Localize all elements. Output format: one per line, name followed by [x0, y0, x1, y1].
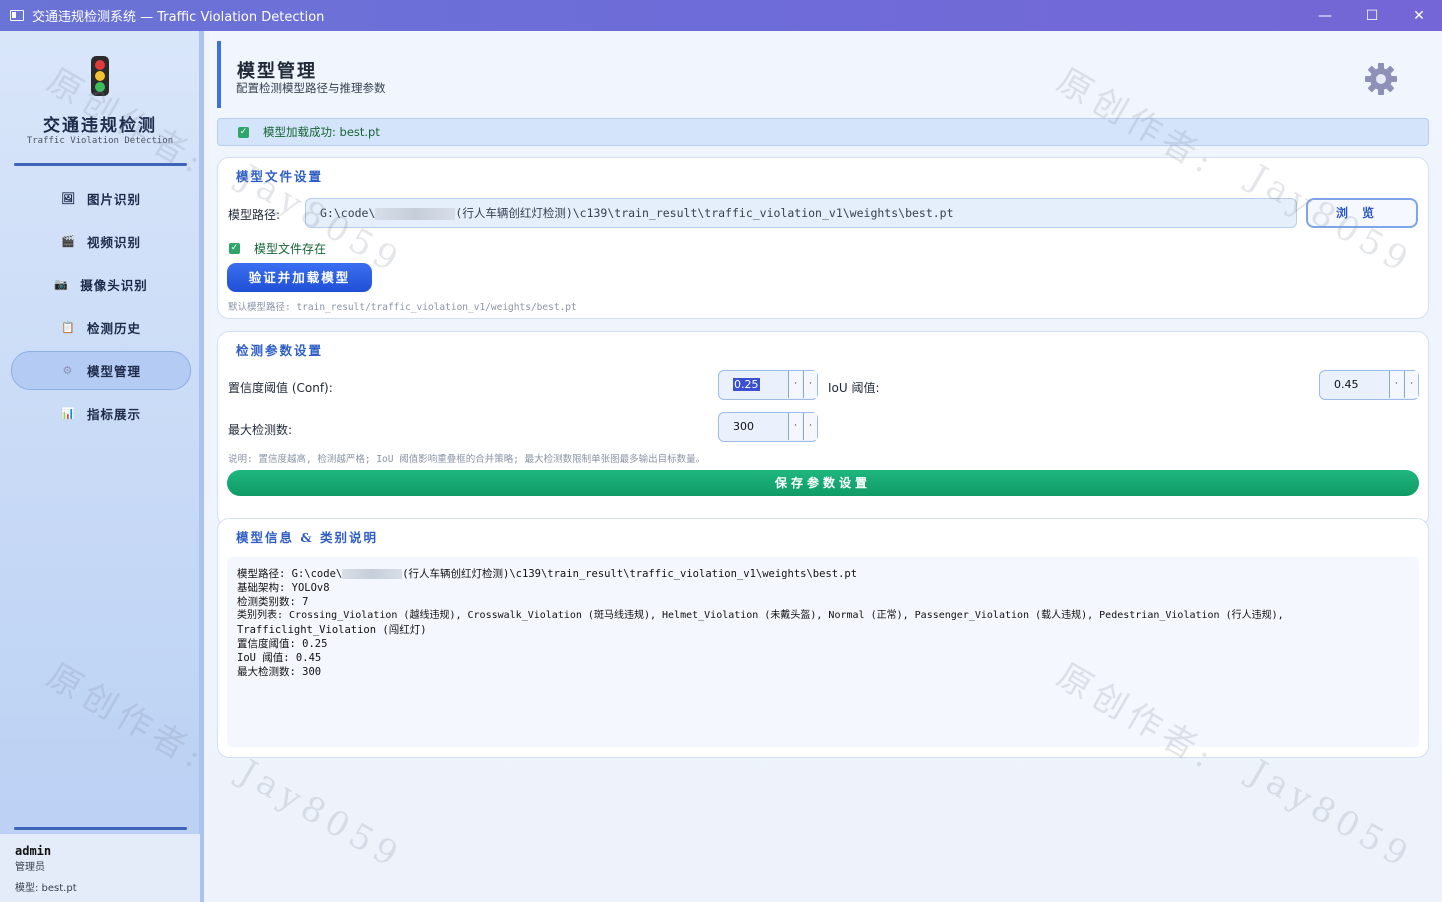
traffic-light-icon — [91, 56, 109, 96]
sidebar-item-model[interactable]: ⚙ 模型管理 — [11, 351, 191, 390]
model-path-input[interactable]: G:\code\ (行人车辆创红灯检测)\c139\train_result\tr… — [305, 198, 1297, 228]
info-line: Trafficlight_Violation (闯红灯) — [237, 624, 427, 636]
check-icon: ✓ — [238, 126, 249, 138]
bar-chart-icon: 📊 — [60, 406, 76, 420]
title-bar: 交通违规检测系统 — Traffic Violation Detection —… — [0, 0, 1442, 31]
sidebar-item-image[interactable]: 🖼 图片识别 — [11, 179, 191, 218]
sidebar: 交通违规检测 Traffic Violation Detection 🖼 图片识… — [0, 31, 204, 902]
detection-params-card: 检测参数设置 置信度阈值 (Conf): 0.25 · · IoU 阈值: 0.… — [217, 331, 1429, 527]
brand-subtitle: Traffic Violation Detection — [26, 136, 174, 146]
check-icon: ✓ — [229, 243, 240, 254]
current-model: 模型: best.pt — [15, 883, 77, 894]
info-path-suffix: (行人车辆创红灯检测)\c139\train_result\traffic_vi… — [402, 568, 858, 580]
gear-icon: ⚙ — [62, 363, 74, 377]
window-title: 交通违规检测系统 — Traffic Violation Detection — [32, 10, 325, 25]
sidebar-item-history[interactable]: 📋 检测历史 — [11, 308, 191, 347]
sidebar-nav: 🖼 图片识别 🎬 视频识别 📷 摄像头识别 📋 检测历史 ⚙ 模型管理 📊 指标… — [11, 179, 191, 437]
browse-button[interactable]: 浏览 — [1306, 198, 1418, 228]
spin-up-button[interactable]: · — [1389, 371, 1403, 398]
model-info-text: 模型路径: G:\code\ (行人车辆创红灯检测)\c139\train_res… — [227, 557, 1419, 747]
gear-icon — [1365, 63, 1397, 95]
app-icon — [10, 10, 24, 21]
main-content: 模型管理 配置检测模型路径与推理参数 ✓ 模型加载成功: best.pt 模型文… — [209, 31, 1442, 902]
close-button[interactable]: ✕ — [1396, 0, 1442, 31]
user-panel: admin 管理员 模型: best.pt — [0, 834, 200, 902]
conf-spinbox[interactable]: 0.25 · · — [718, 370, 818, 400]
camera-icon: 📷 — [54, 277, 69, 291]
conf-label: 置信度阈值 (Conf): — [228, 381, 333, 395]
conf-value: 0.25 — [733, 378, 760, 391]
load-model-button[interactable]: 验证并加载模型 — [227, 263, 372, 292]
user-role: 管理员 — [15, 862, 45, 873]
max-det-spinbox[interactable]: 300 · · — [718, 412, 818, 442]
save-params-button[interactable]: 保存参数设置 — [227, 470, 1419, 496]
path-prefix: G:\code\ — [320, 206, 376, 220]
info-path-prefix: 模型路径: G:\code\ — [237, 568, 343, 580]
sidebar-item-metrics[interactable]: 📊 指标展示 — [11, 394, 191, 433]
sidebar-item-video[interactable]: 🎬 视频识别 — [11, 222, 191, 261]
spin-up-button[interactable]: · — [788, 413, 802, 440]
redacted-segment — [342, 569, 403, 579]
page-header: 模型管理 配置检测模型路径与推理参数 — [217, 41, 1427, 108]
spin-down-button[interactable]: · — [803, 371, 817, 398]
divider — [14, 827, 187, 830]
model-file-card: 模型文件设置 模型路径: G:\code\ (行人车辆创红灯检测)\c139\tr… — [217, 157, 1429, 319]
default-path-hint: 默认模型路径: train_result/traffic_violation_v… — [228, 302, 577, 313]
sidebar-item-label: 图片识别 — [86, 192, 141, 207]
clipboard-icon: 📋 — [60, 320, 76, 334]
spin-down-button[interactable]: · — [803, 413, 817, 440]
info-line: 检测类别数: 7 — [237, 596, 309, 608]
sidebar-item-label: 指标展示 — [86, 407, 141, 422]
file-exists-text: 模型文件存在 — [254, 242, 327, 256]
sidebar-item-label: 摄像头识别 — [80, 278, 148, 293]
page-subtitle: 配置检测模型路径与推理参数 — [236, 81, 386, 95]
status-text: 模型加载成功: best.pt — [263, 125, 380, 139]
clapper-icon: 🎬 — [60, 234, 76, 248]
iou-spinbox[interactable]: 0.45 · · — [1319, 370, 1419, 400]
redacted-segment — [375, 207, 456, 220]
iou-value: 0.45 — [1334, 378, 1359, 391]
info-line: 基础架构: YOLOv8 — [237, 582, 330, 594]
path-suffix: (行人车辆创红灯检测)\c139\train_result\traffic_vi… — [455, 206, 954, 220]
image-icon: 🖼 — [60, 191, 76, 205]
iou-label: IoU 阈值: — [828, 381, 880, 395]
info-line: 类别列表: Crossing_Violation (越线违规), Crosswa… — [237, 610, 1284, 621]
status-bar: ✓ 模型加载成功: best.pt — [217, 118, 1429, 146]
info-line: 模型路径: G:\code\ (行人车辆创红灯检测)\c139\train_res… — [237, 567, 1409, 581]
info-line: 置信度阈值: 0.25 — [237, 638, 328, 650]
username: admin — [15, 844, 52, 858]
model-info-card: 模型信息 & 类别说明 模型路径: G:\code\ (行人车辆创红灯检测)\c1… — [217, 518, 1429, 758]
brand-title: 交通违规检测 — [43, 116, 157, 136]
sidebar-item-label: 模型管理 — [86, 364, 141, 379]
path-label: 模型路径: — [228, 208, 281, 222]
maximize-button[interactable]: ☐ — [1349, 0, 1395, 31]
sidebar-item-camera[interactable]: 📷 摄像头识别 — [11, 265, 191, 304]
spin-down-button[interactable]: · — [1404, 371, 1418, 398]
sidebar-item-label: 检测历史 — [86, 321, 141, 336]
card-title: 检测参数设置 — [236, 343, 324, 358]
divider — [14, 163, 187, 166]
info-line: IoU 阈值: 0.45 — [237, 652, 322, 664]
info-line: 最大检测数: 300 — [237, 666, 322, 678]
params-hint: 说明: 置信度越高, 检测越严格; IoU 阈值影响重叠框的合并策略; 最大检测… — [228, 454, 706, 465]
sidebar-item-label: 视频识别 — [86, 235, 141, 250]
card-title: 模型信息 & 类别说明 — [236, 530, 378, 545]
card-title: 模型文件设置 — [236, 169, 324, 184]
file-exists-indicator: ✓ 模型文件存在 — [229, 240, 326, 257]
spin-up-button[interactable]: · — [788, 371, 802, 398]
minimize-button[interactable]: — — [1302, 0, 1348, 31]
max-det-label: 最大检测数: — [228, 423, 293, 437]
max-det-value: 300 — [733, 420, 754, 433]
